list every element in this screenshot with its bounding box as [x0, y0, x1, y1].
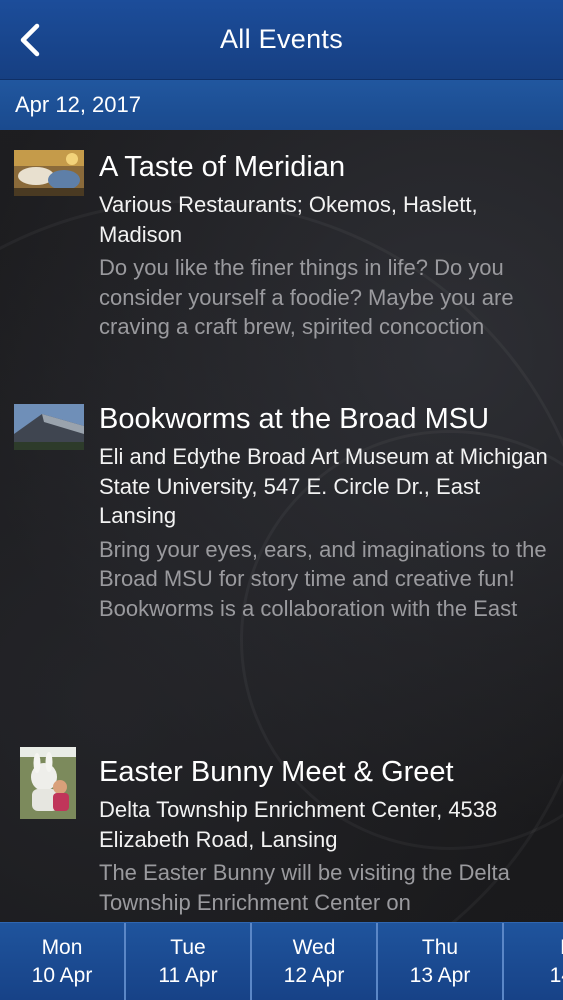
tab-thu-13-apr[interactable]: Thu 13 Apr	[378, 923, 504, 1000]
tab-day: Tue	[170, 935, 206, 959]
nav-header: All Events	[0, 0, 563, 80]
list-item[interactable]: Bookworms at the Broad MSU Eli and Edyth…	[0, 400, 563, 730]
event-thumbnail	[14, 150, 84, 196]
event-title: Bookworms at the Broad MSU	[99, 403, 490, 435]
date-section-header: Apr 12, 2017	[0, 80, 563, 130]
event-location: Eli and Edythe Broad Art Museum at Michi…	[99, 444, 548, 528]
event-thumbnail	[14, 404, 84, 450]
event-title: Easter Bunny Meet & Greet	[99, 756, 454, 788]
day-tab-bar: Mon 10 Apr Tue 11 Apr Wed 12 Apr Thu 13 …	[0, 922, 563, 1000]
tab-date: 14	[549, 963, 563, 987]
event-description: The Easter Bunny will be visiting the De…	[99, 860, 510, 915]
tab-date: 11 Apr	[158, 963, 218, 987]
tab-mon-10-apr[interactable]: Mon 10 Apr	[0, 923, 126, 1000]
tab-date: 10 Apr	[31, 963, 93, 987]
event-description: Bring your eyes, ears, and imaginations …	[99, 536, 547, 621]
tab-day: Wed	[292, 935, 336, 959]
tab-day: Thu	[421, 935, 459, 959]
tab-day: F	[514, 934, 563, 962]
chevron-left-icon	[20, 23, 40, 57]
tab-date: 13 Apr	[409, 963, 471, 987]
tab-wed-12-apr[interactable]: Wed 12 Apr	[252, 923, 378, 1000]
event-description: Do you like the finer things in life? Do…	[99, 255, 514, 339]
list-item[interactable]: A Taste of Meridian Various Restaurants;…	[0, 148, 563, 388]
back-button[interactable]	[12, 22, 48, 58]
page-title: All Events	[219, 24, 344, 54]
tab-date: 12 Apr	[283, 963, 345, 987]
tab-tue-11-apr[interactable]: Tue 11 Apr	[126, 923, 252, 1000]
tab-day: Mon	[41, 935, 83, 959]
event-title: A Taste of Meridian	[99, 151, 346, 183]
event-location: Delta Township Enrichment Center, 4538 E…	[99, 797, 498, 852]
event-list[interactable]: A Taste of Meridian Various Restaurants;…	[0, 130, 563, 922]
event-location: Various Restaurants; Okemos, Haslett, Ma…	[99, 192, 478, 247]
event-thumbnail	[20, 747, 76, 819]
list-item[interactable]: Easter Bunny Meet & Greet Delta Township…	[0, 747, 563, 922]
tab-fri-14-apr[interactable]: F 14	[504, 923, 563, 1000]
